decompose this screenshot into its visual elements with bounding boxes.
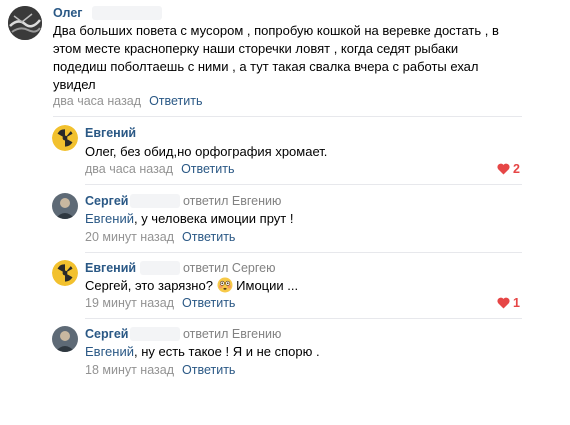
divider [53,116,522,117]
redacted-area [92,6,162,20]
comment-text-line: Два больших повета с мусором , попробую … [53,23,499,38]
comment-time[interactable]: 19 минут назад [85,296,174,310]
comment-meta: два часа назад Ответить [53,94,203,108]
comment-author[interactable]: Сергей [85,327,128,341]
reply-button[interactable]: Ответить [149,94,202,108]
comment-time[interactable]: 20 минут назад [85,230,174,244]
comment-body: Сергей, это зарязно? [85,278,213,293]
divider [85,318,522,319]
flushed-face-emoji [217,277,233,298]
comment-text: Евгений, у человека имоции прут ! [85,210,293,228]
like-count: 1 [513,296,520,310]
comment-meta: два часа назад Ответить [85,162,235,176]
comment-time[interactable]: два часа назад [85,162,173,176]
comment-author[interactable]: Евгений [85,261,136,275]
redacted-area [140,261,180,275]
redacted-area [130,194,180,208]
sergey-avatar[interactable] [52,326,78,352]
comment-body: , ну есть такое ! Я и не спорю . [133,344,320,359]
reply-to-label[interactable]: ответил Евгению [183,194,281,208]
comment-author[interactable]: Сергей [85,194,128,208]
comment-time[interactable]: два часа назад [53,94,141,108]
comment-body-end: Имоции ... [232,278,299,293]
reply-to-label[interactable]: ответил Сергею [183,261,275,275]
like-button[interactable]: 2 [497,162,520,178]
comment-author[interactable]: Евгений [85,126,136,140]
oleg-avatar[interactable] [8,6,42,40]
mention-link[interactable]: Евгений [85,344,134,359]
comment-text: Два больших повета с мусором , попробую … [53,22,499,94]
comment-text: Сергей, это зарязно? Имоции ... [85,277,298,298]
comment-meta: 18 минут назад Ответить [85,363,235,377]
radiation-avatar[interactable] [52,125,78,151]
divider [85,252,522,253]
sergey-avatar[interactable] [52,193,78,219]
reply-button[interactable]: Ответить [182,296,235,310]
comment-text-line: подедиш поболтаешь с ними , а тут такая … [53,59,479,74]
comment-author[interactable]: Олег [53,6,83,20]
comment-text: Олег, без обид,но орфография хромает. [85,144,328,159]
like-count: 2 [513,162,520,176]
comment-meta: 20 минут назад Ответить [85,230,235,244]
divider [85,184,522,185]
comment-text-line: этом месте красноперку наши сторечки лов… [53,41,459,56]
reply-button[interactable]: Ответить [182,363,235,377]
radiation-avatar[interactable] [52,260,78,286]
reply-button[interactable]: Ответить [182,230,235,244]
redacted-area [130,327,180,341]
mention-link[interactable]: Евгений [85,211,134,226]
reply-to-label[interactable]: ответил Евгению [183,327,281,341]
heart-icon [497,297,510,312]
heart-icon [497,163,510,178]
comment-text: Евгений, ну есть такое ! Я и не спорю . [85,343,320,361]
comment-body: , у человека имоции прут ! [133,211,294,226]
comment-meta: 19 минут назад Ответить [85,296,235,310]
like-button[interactable]: 1 [497,296,520,312]
comment-time[interactable]: 18 минут назад [85,363,174,377]
reply-button[interactable]: Ответить [181,162,234,176]
comment-text-line: увидел [53,77,96,92]
